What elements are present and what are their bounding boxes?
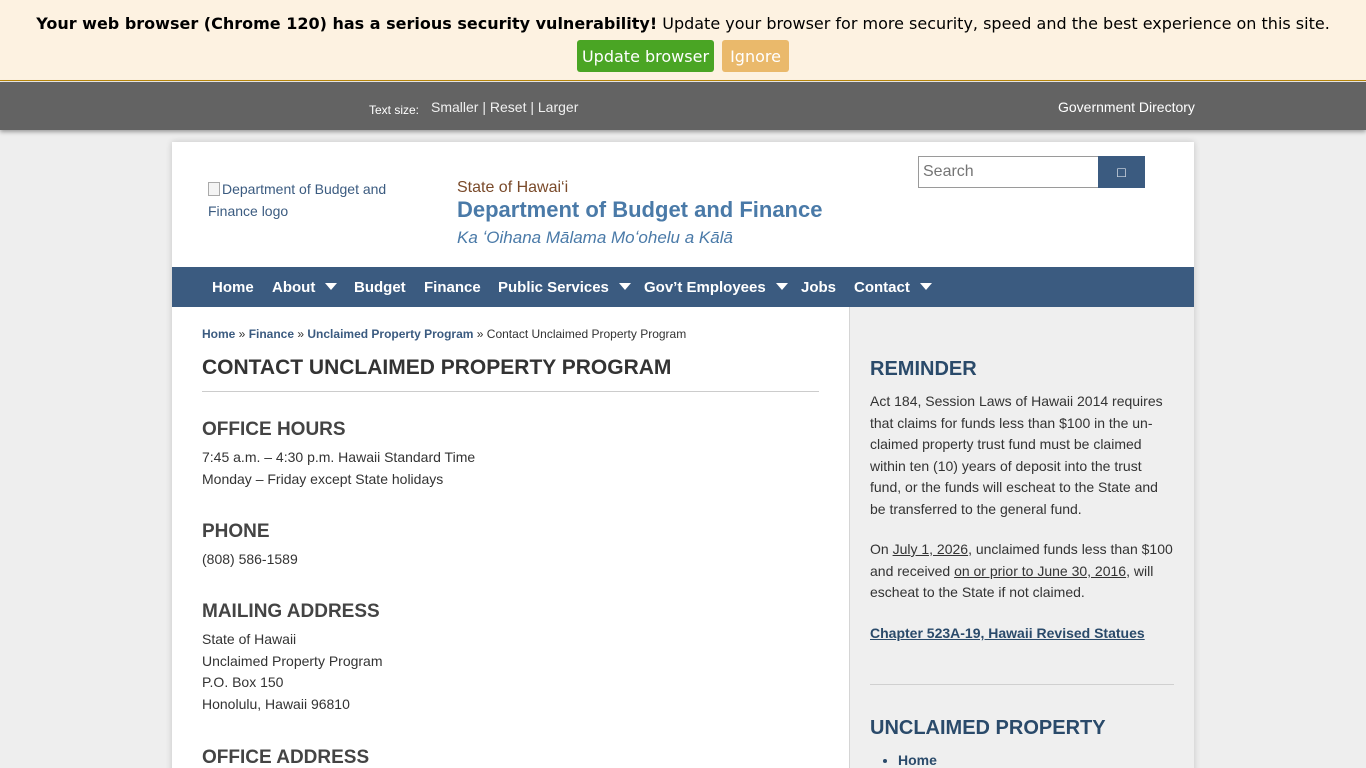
breadcrumb-separator: » — [294, 327, 308, 341]
department-hawaiian-name: Ka ʻOihana Mālama Moʻohelu a Kālā — [457, 228, 733, 247]
separator: | — [478, 99, 490, 115]
title-divider — [202, 391, 819, 392]
office-hours-heading: OFFICE HOURS — [202, 419, 346, 440]
breadcrumb-current: Contact Unclaimed Property Program — [486, 327, 687, 341]
nav-item-jobs[interactable]: Jobs — [801, 279, 836, 296]
breadcrumb: Home » Finance » Unclaimed Property Prog… — [202, 327, 686, 341]
broken-image-icon — [208, 182, 220, 196]
nav-item-public-services[interactable]: Public Services — [498, 279, 631, 296]
breadcrumb-separator: » — [235, 327, 249, 341]
search-input[interactable] — [918, 156, 1099, 188]
address-line: Unclaimed Property Program — [202, 652, 383, 669]
search-button[interactable]: □ — [1098, 156, 1145, 188]
nav-label: Public Services — [498, 279, 609, 296]
state-name: State of Hawai‘i — [457, 179, 569, 196]
caret-down-icon — [618, 283, 631, 290]
search-icon: □ — [1117, 164, 1126, 180]
caret-down-icon — [919, 283, 932, 290]
breadcrumb-finance[interactable]: Finance — [249, 327, 294, 341]
nav-item-govt-employees[interactable]: Gov’t Employees — [644, 279, 788, 296]
update-message: Your web browser (Chrome 120) has a seri… — [0, 14, 1366, 33]
chapter-523a-link[interactable]: Chapter 523A-19, Hawaii Revised Statues — [870, 625, 1145, 641]
office-hours-line: Monday – Friday except State holidays — [202, 470, 444, 487]
sidebar-divider — [870, 684, 1174, 685]
phone-heading: PHONE — [202, 521, 270, 542]
nav-item-budget[interactable]: Budget — [354, 279, 406, 296]
text-larger-link[interactable]: Larger — [538, 99, 578, 115]
office-hours-line: 7:45 a.m. – 4:30 p.m. Hawaii Standard Ti… — [202, 449, 476, 465]
office-address-heading: OFFICE ADDRESS — [202, 747, 370, 768]
reminder-heading: REMINDER — [870, 358, 977, 380]
text-smaller-link[interactable]: Smaller — [431, 99, 478, 115]
nav-label: Gov’t Employees — [644, 279, 766, 296]
sidebar-item-home[interactable]: Home — [898, 752, 937, 768]
nav-label: About — [272, 279, 316, 296]
main-nav: Home About Budget Finance Public Service… — [172, 267, 1194, 307]
breadcrumb-home[interactable]: Home — [202, 327, 235, 341]
caret-down-icon — [775, 283, 788, 290]
utility-bar: Text size: Smaller | Reset | Larger Gove… — [0, 82, 1366, 130]
unclaimed-property-heading: UNCLAIMED PROPERTY — [870, 717, 1106, 739]
nav-label: Jobs — [801, 279, 837, 296]
page-container: Department of Budget and Finance logo St… — [172, 142, 1194, 768]
reminder-text: Act 184, Session Laws of Hawaii 2014 req… — [870, 393, 1163, 517]
nav-item-about[interactable]: About — [272, 279, 338, 296]
nav-item-home[interactable]: Home — [212, 279, 254, 296]
nav-label: Finance — [424, 279, 481, 296]
mailing-address: State of Hawaii Unclaimed Property Progr… — [202, 629, 383, 716]
address-line: Honolulu, Hawaii 96810 — [202, 696, 350, 713]
mailing-address-heading: MAILING ADDRESS — [202, 601, 380, 622]
browser-update-banner: Your web browser (Chrome 120) has a seri… — [0, 0, 1366, 81]
department-logo[interactable]: Department of Budget and Finance logo — [208, 178, 408, 222]
update-message-bold: Your web browser (Chrome 120) has a seri… — [36, 14, 658, 33]
logo-alt-text: Department of Budget and Finance logo — [208, 181, 387, 219]
nav-item-finance[interactable]: Finance — [424, 279, 481, 296]
address-line: P.O. Box 150 — [202, 674, 284, 691]
notice-date: July 1, 2026 — [892, 541, 969, 557]
separator: | — [526, 99, 538, 115]
breadcrumb-unclaimed-property[interactable]: Unclaimed Property Program — [307, 327, 473, 341]
update-message-rest: Update your browser for more security, s… — [657, 14, 1330, 33]
nav-label: Budget — [354, 279, 406, 296]
office-hours-text: 7:45 a.m. – 4:30 p.m. Hawaii Standard Ti… — [202, 447, 475, 490]
phone-number: (808) 586-1589 — [202, 551, 298, 567]
notice-date: on or prior to June 30, 2016 — [954, 562, 1127, 579]
notice-text: On — [870, 541, 893, 557]
address-line: State of Hawaii — [202, 631, 297, 647]
nav-label: Home — [212, 279, 254, 296]
page-title: CONTACT UNCLAIMED PROPERTY PROGRAM — [202, 356, 672, 379]
government-directory-link[interactable]: Government Directory — [1058, 99, 1195, 115]
text-reset-link[interactable]: Reset — [490, 99, 527, 115]
department-name[interactable]: Department of Budget and Finance — [457, 197, 822, 223]
unclaimed-property-menu: Home — [884, 752, 937, 768]
caret-down-icon — [325, 283, 338, 290]
text-size-controls: Smaller | Reset | Larger — [431, 99, 578, 115]
nav-item-contact[interactable]: Contact — [854, 279, 932, 296]
escheat-notice: On July 1, 2026, unclaimed funds less th… — [870, 539, 1174, 604]
update-browser-button[interactable]: Update browser — [577, 40, 714, 72]
text-size-label: Text size: — [369, 103, 420, 117]
ignore-button[interactable]: Ignore — [722, 40, 789, 72]
breadcrumb-separator: » — [473, 327, 487, 341]
nav-label: Contact — [854, 279, 910, 296]
